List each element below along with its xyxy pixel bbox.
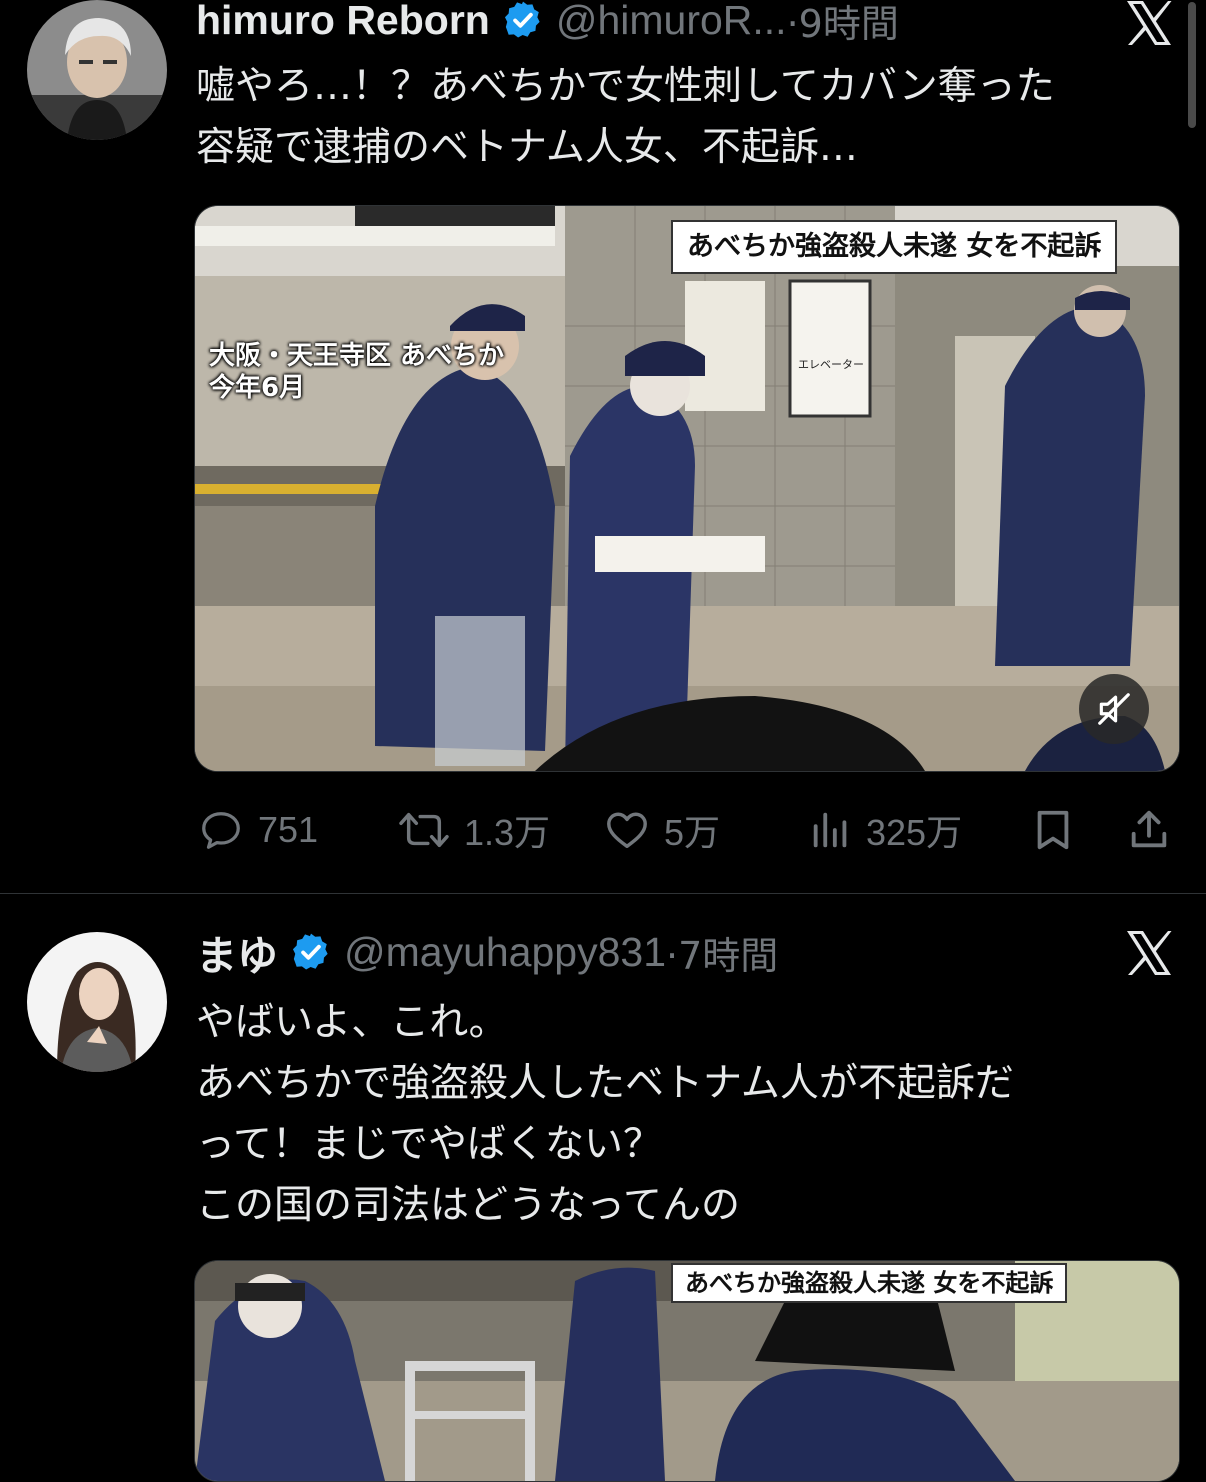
video-location-line: 大阪・天王寺区 あべちか bbox=[209, 341, 505, 371]
avatar-photo bbox=[27, 0, 167, 140]
tweet-header: まゆ @mayuhappy831 ·7時間 bbox=[196, 925, 778, 980]
views-button[interactable]: 325万 bbox=[808, 800, 962, 860]
timestamp[interactable]: ·7時間 bbox=[666, 925, 778, 980]
mute-icon bbox=[1098, 693, 1130, 725]
repost-count: 1.3万 bbox=[464, 812, 551, 853]
reply-count: 751 bbox=[258, 809, 319, 850]
heart-icon bbox=[607, 812, 647, 849]
verified-badge-icon bbox=[292, 933, 328, 970]
tweet-1[interactable]: himuro Reborn @himuroR... ·9時間 嘘やろ…！？あべち… bbox=[0, 0, 1206, 893]
action-bar: 751 1.3万 5万 325万 bbox=[0, 800, 1206, 860]
share-button[interactable] bbox=[1126, 800, 1172, 860]
tweet-header: himuro Reborn @himuroR... ·9時間 bbox=[196, 0, 899, 46]
avatar[interactable] bbox=[27, 932, 167, 1072]
tweet-video[interactable]: あべちか強盗殺人未遂 女を不起訴 bbox=[194, 1260, 1180, 1482]
repost-icon bbox=[399, 812, 449, 848]
reply-icon bbox=[202, 812, 240, 849]
reply-button[interactable]: 751 bbox=[196, 800, 318, 860]
mute-button[interactable] bbox=[1079, 674, 1149, 744]
scrollbar[interactable] bbox=[1188, 2, 1196, 128]
x-logo-icon bbox=[1127, 1, 1172, 45]
like-button[interactable]: 5万 bbox=[602, 800, 720, 860]
display-name[interactable]: まゆ bbox=[196, 922, 278, 982]
handle[interactable]: @mayuhappy831 bbox=[344, 929, 666, 976]
verified-badge-icon bbox=[504, 1, 540, 38]
display-name[interactable]: himuro Reborn bbox=[196, 0, 490, 44]
video-frame bbox=[195, 206, 1179, 771]
avatar-photo bbox=[27, 932, 167, 1072]
video-location: 大阪・天王寺区 あべちか 今年6月 bbox=[209, 340, 504, 404]
tweet-text-line: 嘘やろ…！？あべちかで女性刺してカバン奪った bbox=[196, 64, 1055, 109]
video-location-line: 今年6月 bbox=[209, 373, 306, 403]
elevator-sign-label: エレベーター bbox=[798, 358, 864, 371]
timestamp[interactable]: ·9時間 bbox=[787, 0, 899, 48]
tweet-text-line: この国の司法はどうなってんの bbox=[196, 1183, 741, 1228]
tweet-text: やばいよ、これ。 あべちかで強盗殺人したベトナム人が不起訴だ って！まじでやばく… bbox=[196, 992, 1014, 1236]
bookmark-icon bbox=[1037, 810, 1069, 850]
tweet-text-line: って！まじでやばくない？ bbox=[196, 1122, 663, 1167]
video-caption: あべちか強盗殺人未遂 女を不起訴 bbox=[671, 220, 1118, 274]
views-icon bbox=[813, 812, 847, 848]
avatar[interactable] bbox=[27, 0, 167, 140]
handle[interactable]: @himuroR... bbox=[556, 0, 787, 44]
tweet-2[interactable]: まゆ @mayuhappy831 ·7時間 やばいよ、これ。 あべちかで強盗殺人… bbox=[0, 894, 1206, 1482]
repost-button[interactable]: 1.3万 bbox=[396, 800, 550, 860]
tweet-text-line: 容疑で逮捕のベトナム人女、不起訴… bbox=[196, 125, 858, 170]
video-caption: あべちか強盗殺人未遂 女を不起訴 bbox=[671, 1263, 1068, 1303]
like-count: 5万 bbox=[664, 812, 721, 853]
share-icon bbox=[1131, 810, 1167, 848]
views-count: 325万 bbox=[866, 812, 963, 853]
tweet-text-line: やばいよ、これ。 bbox=[196, 1000, 508, 1045]
tweet-text: 嘘やろ…！？あべちかで女性刺してカバン奪った 容疑で逮捕のベトナム人女、不起訴… bbox=[196, 56, 1055, 178]
tweet-text-line: あべちかで強盗殺人したベトナム人が不起訴だ bbox=[196, 1061, 1014, 1106]
x-logo-icon bbox=[1127, 931, 1172, 975]
bookmark-button[interactable] bbox=[1030, 800, 1076, 860]
tweet-video[interactable]: あべちか強盗殺人未遂 女を不起訴 大阪・天王寺区 あべちか 今年6月 エレベータ… bbox=[194, 205, 1180, 772]
